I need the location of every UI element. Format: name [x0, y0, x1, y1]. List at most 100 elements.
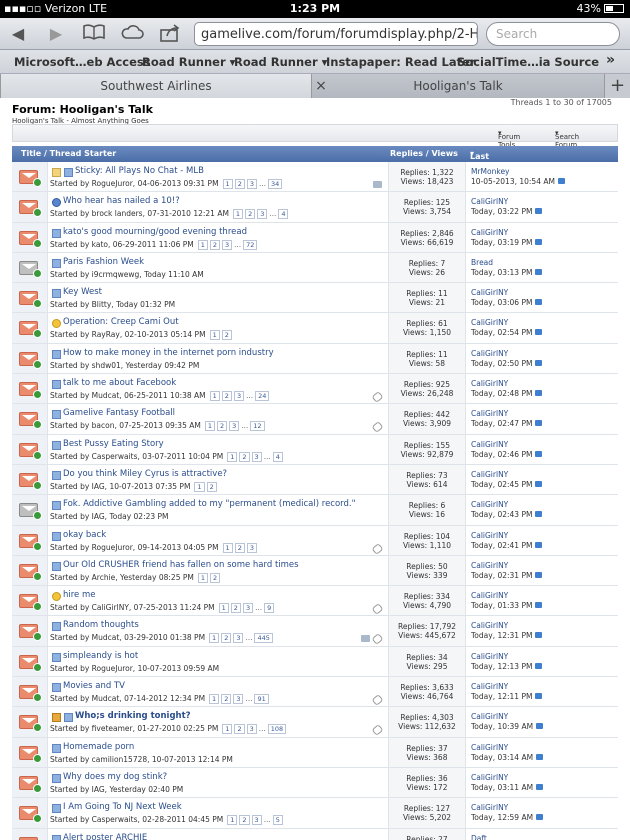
- last-post-user[interactable]: CaliGirlNY: [471, 228, 508, 237]
- last-post-user[interactable]: CaliGirlNY: [471, 561, 508, 570]
- go-to-last-post-icon[interactable]: [535, 632, 543, 639]
- go-to-last-post-icon[interactable]: [536, 783, 544, 790]
- go-to-last-post-icon[interactable]: [535, 693, 543, 700]
- go-to-last-post-icon[interactable]: [535, 329, 543, 336]
- thread-status-icon[interactable]: [19, 260, 42, 278]
- page-link[interactable]: 3: [257, 209, 268, 220]
- page-link[interactable]: 2: [216, 421, 228, 432]
- page-link[interactable]: 2: [209, 572, 221, 583]
- thread-status-icon[interactable]: [19, 775, 42, 793]
- page-link[interactable]: 3: [251, 815, 262, 826]
- page-link[interactable]: 1: [222, 724, 233, 735]
- go-to-last-post-icon[interactable]: [535, 299, 543, 306]
- last-post-user[interactable]: CaliGirlNY: [471, 773, 508, 782]
- page-link[interactable]: 1: [209, 391, 220, 402]
- page-link[interactable]: 3: [246, 542, 257, 553]
- table-row[interactable]: okay back Started by RogueJuror, 09-14-20…: [12, 525, 618, 556]
- thread-title-link[interactable]: kato's good mourning/good evening thread: [63, 227, 247, 237]
- thread-title-link[interactable]: Key West: [63, 287, 102, 297]
- last-post-user[interactable]: CaliGirlNY: [471, 409, 508, 418]
- table-row[interactable]: Sticky: All Plays No Chat - MLB Started b…: [12, 162, 618, 193]
- last-post-user[interactable]: Daft: [471, 834, 487, 840]
- table-row[interactable]: Who hear has nailed a 10!? Started by bro…: [12, 192, 618, 223]
- table-row[interactable]: Paris Fashion Week Started by i9crmqwewg,…: [12, 252, 618, 284]
- go-to-last-post-icon[interactable]: [535, 420, 543, 427]
- bookmark-item[interactable]: Road Runner ▾: [234, 55, 327, 69]
- thread-status-icon[interactable]: [19, 200, 42, 218]
- thread-title-link[interactable]: I Am Going To NJ Next Week: [63, 802, 182, 812]
- thread-title-link[interactable]: Our Old CRUSHER friend has fallen on som…: [63, 560, 299, 570]
- page-link[interactable]: 3: [229, 421, 240, 432]
- table-row[interactable]: simpleandy is hot Started by RogueJuror, …: [12, 646, 618, 678]
- share-icon[interactable]: [158, 24, 182, 47]
- thread-title-link[interactable]: simpleandy is hot: [63, 651, 138, 661]
- last-page-link[interactable]: 34: [267, 179, 283, 189]
- page-link[interactable]: 3: [233, 391, 245, 402]
- table-row[interactable]: Movies and TV Started by Mudcat, 07-14-20…: [12, 677, 618, 708]
- thread-status-icon[interactable]: [19, 745, 42, 763]
- page-link[interactable]: 1: [232, 209, 244, 220]
- page-link[interactable]: 2: [230, 603, 241, 614]
- page-link[interactable]: 2: [221, 633, 232, 644]
- page-link[interactable]: 1: [222, 179, 233, 189]
- thread-title-link[interactable]: Who;s drinking tonight?: [75, 711, 191, 721]
- page-link[interactable]: 3: [242, 603, 254, 614]
- thread-status-icon[interactable]: [19, 382, 42, 400]
- thread-title-link[interactable]: talk to me about Facebook: [63, 378, 176, 388]
- new-tab-button[interactable]: +: [604, 74, 630, 98]
- page-link[interactable]: 2: [221, 330, 232, 341]
- last-post-user[interactable]: CaliGirlNY: [471, 803, 508, 812]
- last-post-user[interactable]: CaliGirlNY: [471, 591, 508, 600]
- thread-title-link[interactable]: How to make money in the internet porn i…: [63, 348, 274, 358]
- last-post-user[interactable]: CaliGirlNY: [471, 652, 508, 661]
- table-row[interactable]: kato's good mourning/good evening thread…: [12, 222, 618, 253]
- last-post-user[interactable]: CaliGirlNY: [471, 470, 508, 479]
- thread-status-icon[interactable]: [19, 533, 42, 551]
- thread-status-icon[interactable]: [19, 321, 42, 339]
- page-link[interactable]: 3: [222, 239, 233, 250]
- page-link[interactable]: 2: [239, 815, 250, 826]
- page-link[interactable]: 1: [197, 572, 208, 583]
- page-link[interactable]: 1: [222, 542, 233, 553]
- page-link[interactable]: 2: [221, 694, 232, 705]
- table-row[interactable]: Gamelive Fantasy Football Started by baco…: [12, 404, 618, 435]
- page-link[interactable]: 2: [234, 724, 245, 735]
- page-link[interactable]: 1: [194, 481, 205, 492]
- thread-title-link[interactable]: Who hear has nailed a 10!?: [63, 196, 180, 206]
- thread-status-icon[interactable]: [19, 472, 42, 490]
- last-post-user[interactable]: CaliGirlNY: [471, 743, 508, 752]
- table-row[interactable]: I Am Going To NJ Next Week Started by Cas…: [12, 798, 618, 829]
- table-row[interactable]: Best Pussy Eating Story Started by Casper…: [12, 434, 618, 465]
- page-link[interactable]: 1: [209, 330, 220, 341]
- go-to-last-post-icon[interactable]: [535, 480, 543, 487]
- last-post-user[interactable]: CaliGirlNY: [471, 531, 508, 540]
- thread-title-link[interactable]: hire me: [63, 590, 96, 600]
- last-post-user[interactable]: CaliGirlNY: [471, 379, 508, 388]
- replies-column-header[interactable]: Replies / Views: [390, 149, 458, 158]
- last-page-link[interactable]: 72: [243, 239, 258, 250]
- last-post-user[interactable]: CaliGirlNY: [471, 500, 508, 509]
- last-post-column-header[interactable]: Last Post By ▾: [470, 149, 490, 179]
- go-to-last-post-icon[interactable]: [535, 208, 543, 215]
- page-link[interactable]: 2: [245, 209, 256, 220]
- thread-title-link[interactable]: Paris Fashion Week: [63, 257, 144, 267]
- table-row[interactable]: Operation: Creep Cami Out Started by RayR…: [12, 313, 618, 344]
- bookmark-item[interactable]: Road Runner ▾: [142, 55, 235, 69]
- thread-status-icon[interactable]: [19, 442, 42, 460]
- address-bar[interactable]: gamelive.com/forum/forumdisplay.php/2-Ho…: [194, 22, 478, 46]
- thread-status-icon[interactable]: [19, 836, 38, 840]
- table-row[interactable]: talk to me about Facebook Started by Mudc…: [12, 374, 618, 405]
- page-link[interactable]: 3: [251, 451, 262, 462]
- last-page-link[interactable]: 9: [264, 603, 275, 614]
- page-link[interactable]: 3: [233, 633, 244, 644]
- more-bookmarks-icon[interactable]: »: [606, 52, 615, 68]
- go-to-last-post-icon[interactable]: [535, 359, 543, 366]
- page-link[interactable]: 1: [197, 239, 208, 250]
- thread-status-icon[interactable]: [19, 170, 42, 187]
- thread-title-link[interactable]: Why does my dog stink?: [63, 772, 167, 782]
- go-to-last-post-icon[interactable]: [535, 450, 543, 457]
- go-to-last-post-icon[interactable]: [536, 723, 544, 730]
- search-field[interactable]: Search: [486, 22, 620, 46]
- thread-status-icon[interactable]: [19, 685, 42, 703]
- thread-title-link[interactable]: okay back: [63, 530, 106, 540]
